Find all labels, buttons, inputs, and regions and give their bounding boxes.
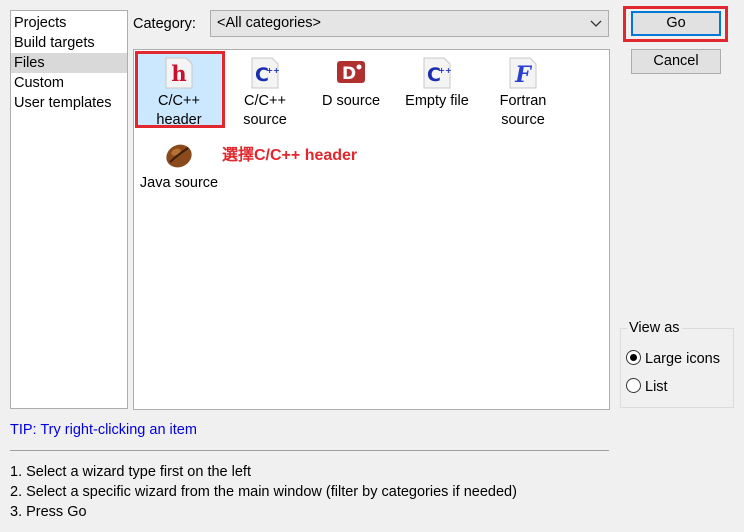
radio-checked-icon[interactable] <box>626 350 641 365</box>
instruction-line: 3. Press Go <box>10 504 87 520</box>
wizard-c-cpp-source[interactable]: C ++ C/C++ source <box>222 52 308 128</box>
radio-label: Large icons <box>645 351 720 367</box>
list-item-build-targets[interactable]: Build targets <box>11 33 127 53</box>
svg-text:D: D <box>342 64 356 84</box>
radio-unchecked-icon[interactable] <box>626 378 641 393</box>
wizard-c-cpp-header[interactable]: h C/C++ header <box>136 52 222 128</box>
wizard-label-line1: Empty file <box>405 93 469 109</box>
wizard-label-line2: source <box>501 112 545 128</box>
empty-file-icon: C ++ <box>420 56 454 90</box>
cancel-button[interactable]: Cancel <box>631 49 721 74</box>
instruction-line: 2. Select a specific wizard from the mai… <box>10 484 517 500</box>
svg-text:h: h <box>171 61 186 86</box>
wizard-label-line1: C/C++ <box>158 93 200 109</box>
radio-large-icons[interactable]: Large icons <box>626 349 720 369</box>
instruction-line: 1. Select a wizard type first on the lef… <box>10 464 251 480</box>
wizard-java-source[interactable]: Java source <box>136 136 222 196</box>
radio-label: List <box>645 379 668 395</box>
category-label: Category: <box>133 16 196 32</box>
fortran-source-icon: F <box>506 56 540 90</box>
category-value: <All categories> <box>217 15 321 31</box>
svg-text:++: ++ <box>266 66 279 75</box>
svg-text:++: ++ <box>438 66 451 75</box>
radio-list[interactable]: List <box>626 377 668 397</box>
tip-text: TIP: Try right-clicking an item <box>10 422 197 438</box>
c-cpp-source-icon: C ++ <box>248 56 282 90</box>
d-source-icon: D <box>334 56 368 90</box>
wizard-empty-file[interactable]: C ++ Empty file <box>394 52 480 126</box>
svg-text:F: F <box>514 62 532 88</box>
wizard-label-line1: D source <box>321 93 381 109</box>
wizard-d-source[interactable]: D D source <box>308 52 394 126</box>
wizard-type-list[interactable]: Projects Build targets Files Custom User… <box>10 10 128 409</box>
view-as-title: View as <box>627 319 682 337</box>
list-item-projects[interactable]: Projects <box>11 13 127 33</box>
list-item-custom[interactable]: Custom <box>11 73 127 93</box>
wizard-fortran-source[interactable]: F Fortran source <box>480 52 566 128</box>
wizard-label-line2: header <box>156 112 202 128</box>
wizard-label-line1: C/C++ <box>244 93 286 109</box>
list-item-user-templates[interactable]: User templates <box>11 93 127 113</box>
wizard-label-line2: source <box>243 112 287 128</box>
divider <box>10 450 609 451</box>
wizard-label-line1: Java source <box>139 175 219 191</box>
c-cpp-header-icon: h <box>162 56 196 90</box>
go-button[interactable]: Go <box>631 11 721 36</box>
list-item-files[interactable]: Files <box>11 53 127 73</box>
chevron-down-icon <box>590 11 602 46</box>
java-source-icon <box>162 138 196 172</box>
wizard-label-line1: Fortran <box>499 93 547 109</box>
category-select[interactable]: <All categories> <box>210 10 609 37</box>
annotation-text: 選擇C/C++ header <box>222 147 358 164</box>
